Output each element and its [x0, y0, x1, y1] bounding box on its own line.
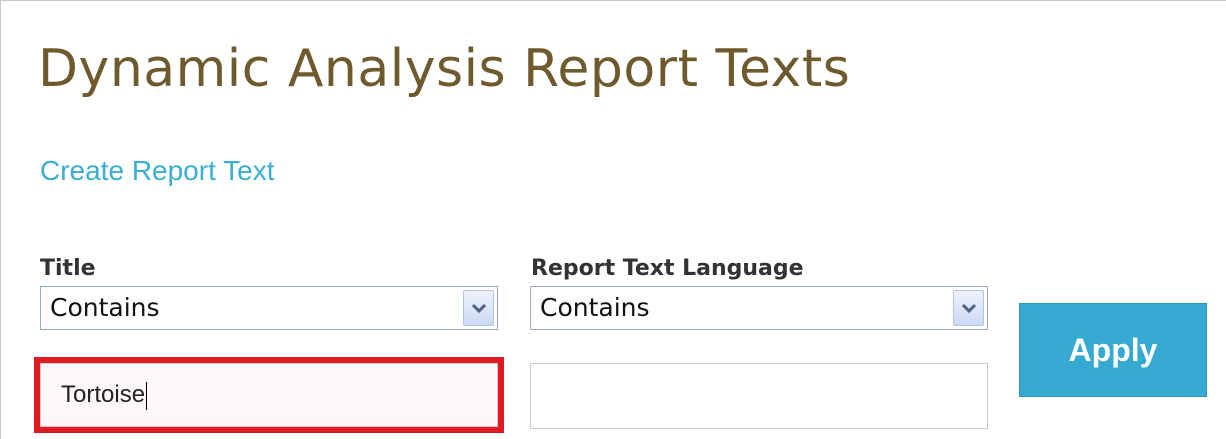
report-texts-page: Dynamic Analysis Report Texts Create Rep… — [0, 0, 1226, 439]
title-filter-label: Title — [40, 256, 96, 281]
language-filter-label: Report Text Language — [531, 256, 804, 281]
chevron-down-icon[interactable] — [953, 290, 984, 326]
create-report-text-link[interactable]: Create Report Text — [40, 154, 275, 188]
apply-button[interactable]: Apply — [1019, 303, 1207, 397]
title-operator-value: Contains — [50, 293, 160, 322]
language-filter-input[interactable] — [530, 363, 988, 429]
chevron-down-icon[interactable] — [463, 290, 494, 326]
language-operator-value: Contains — [540, 293, 650, 322]
language-operator-select[interactable]: Contains — [530, 286, 988, 330]
title-filter-input-value: Tortoise — [61, 381, 148, 410]
page-title: Dynamic Analysis Report Texts — [38, 39, 851, 99]
title-filter-input[interactable]: Tortoise — [40, 363, 498, 427]
text-caret — [146, 381, 148, 410]
title-operator-select[interactable]: Contains — [40, 286, 498, 330]
